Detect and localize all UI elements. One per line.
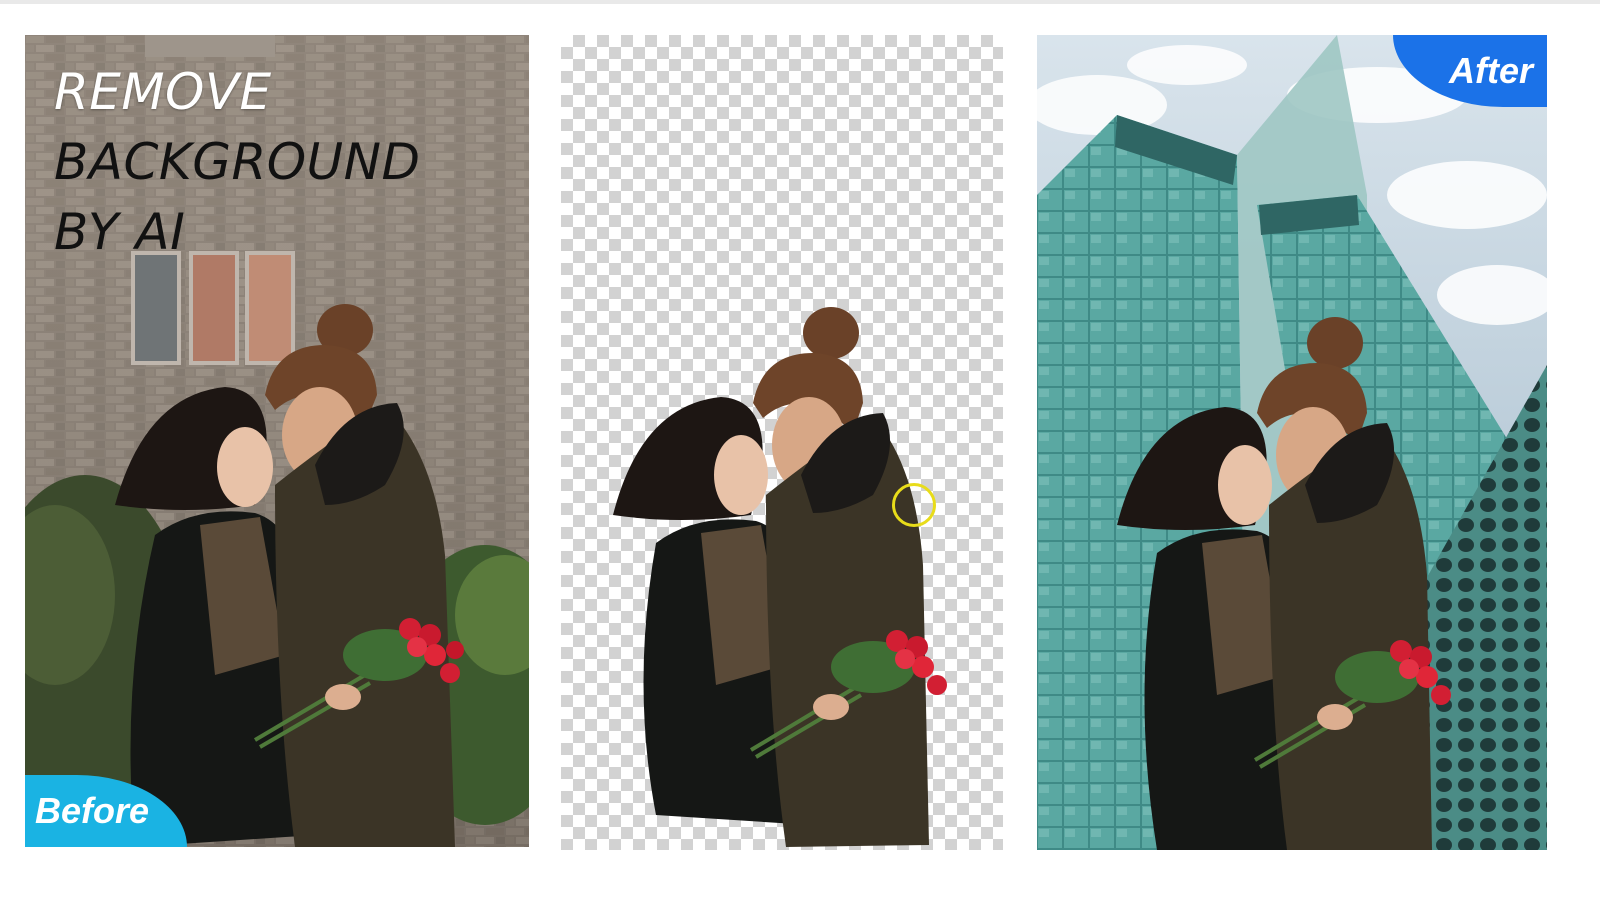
after-image-panel: After [1037,35,1547,850]
before-image-panel: REMOVE BACKGROUND BY AI Before [25,35,529,847]
cutout-subject [613,307,947,847]
headline-line-3: BY AI [54,203,186,261]
after-badge-label: After [1448,50,1533,91]
couple-cutout [613,307,947,847]
cutout-image-panel [561,35,1003,850]
brush-cursor-ring-icon [892,483,936,527]
before-badge-label: Before [34,790,150,831]
after-photo [1037,35,1547,850]
promo-headline: REMOVE BACKGROUND BY AI [54,57,421,267]
headline-line-1: REMOVE [54,63,272,121]
headline-line-2: BACKGROUND [54,133,421,191]
top-divider [0,0,1600,4]
